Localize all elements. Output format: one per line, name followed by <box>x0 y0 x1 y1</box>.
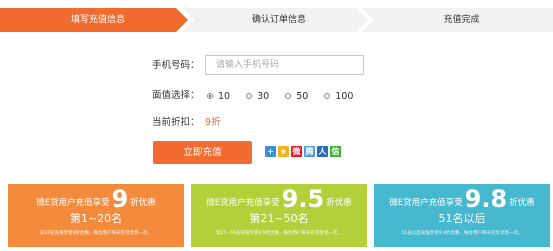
recharge-now-button[interactable]: 立即充值 <box>153 141 252 164</box>
promo-rank: 51名以后 <box>438 212 486 225</box>
step-label: 填写充值信息 <box>70 15 125 25</box>
radio-selected-icon[interactable] <box>207 93 213 99</box>
amount-radio-group: 10 30 50 100 <box>207 86 369 106</box>
amount-label: 面值选择： <box>152 90 200 101</box>
promo-prefix: 微E贷用户充值享受 <box>389 198 463 208</box>
promo-prefix: 微E贷用户充值享受 <box>206 198 280 208</box>
discount-row: 当前折扣： 9折 <box>152 113 221 133</box>
step-fill-info: 填写充值信息 <box>0 8 188 32</box>
amount-option-50[interactable]: 50 <box>285 91 308 102</box>
promo-suffix: 折优惠 <box>326 198 352 208</box>
amount-option-label: 100 <box>335 90 354 102</box>
radio-icon[interactable] <box>324 93 331 99</box>
amount-option-10[interactable]: 10 <box>207 91 230 102</box>
amount-option-30[interactable]: 30 <box>246 91 269 102</box>
wechat-icon[interactable]: 信 <box>330 146 341 157</box>
promo-discount: 9 <box>111 185 129 213</box>
plus-share-icon[interactable]: + <box>265 146 276 157</box>
promo-note: 51名以后充值享受9.8折优惠，每位用户每天仅可享受一次。 <box>401 231 523 236</box>
promo-prefix: 微E贷用户充值享受 <box>36 198 110 208</box>
renren-icon[interactable]: 人 <box>317 146 328 157</box>
step-label: 确认订单信息 <box>251 15 306 25</box>
tencent-weibo-icon[interactable]: 腾 <box>304 146 315 157</box>
radio-icon[interactable] <box>246 93 253 99</box>
promo-card-tier-3: 微E贷用户充值享受 9.8 折优惠 51名以后 51名以后充值享受9.8折优惠，… <box>374 184 550 247</box>
promo-rank: 第1~20名 <box>69 212 123 225</box>
promo-note: 第21~50名充值享受9.5折优惠，每位用户每天仅可享受一次。 <box>216 231 342 236</box>
phone-label: 手机号码： <box>152 60 200 71</box>
promo-headline: 微E贷用户充值享受 9 折优惠 <box>8 186 184 212</box>
promo-note: 前20名充值享受9折优惠，每位用户每天仅可享受一次。 <box>39 231 153 236</box>
amount-option-100[interactable]: 100 <box>324 91 353 102</box>
discount-value: 9折 <box>205 117 221 128</box>
step-recharge-complete: 充值完成 <box>362 8 553 32</box>
step-label: 充值完成 <box>443 15 480 25</box>
promo-discount: 9.8 <box>464 185 508 213</box>
promo-headline: 微E贷用户充值享受 9.8 折优惠 <box>374 186 550 212</box>
amount-option-label: 10 <box>218 90 231 102</box>
phone-input[interactable] <box>205 55 364 75</box>
promo-rank: 第21~50名 <box>249 212 309 225</box>
weibo-icon[interactable]: 微 <box>291 146 302 157</box>
step-confirm-order: 确认订单信息 <box>182 8 368 32</box>
amount-option-label: 30 <box>257 90 270 102</box>
promo-card-tier-2: 微E贷用户充值享受 9.5 折优惠 第21~50名 第21~50名充值享受9.5… <box>191 184 367 247</box>
discount-label: 当前折扣： <box>152 117 200 128</box>
promo-discount: 9.5 <box>281 185 325 213</box>
amount-option-label: 50 <box>296 90 309 102</box>
phone-row: 手机号码： <box>152 56 202 76</box>
promo-card-tier-1: 微E贷用户充值享受 9 折优惠 第1~20名 前20名充值享受9折优惠，每位用户… <box>8 184 184 247</box>
qzone-icon[interactable]: ★ <box>278 146 289 157</box>
amount-row: 面值选择： <box>152 86 202 106</box>
step-progress-bar: 填写充值信息 确认订单信息 充值完成 <box>0 8 553 32</box>
promo-suffix: 折优惠 <box>130 198 156 208</box>
promo-headline: 微E贷用户充值享受 9.5 折优惠 <box>191 186 367 212</box>
promo-suffix: 折优惠 <box>509 198 535 208</box>
share-bar: + ★ 微 腾 人 信 <box>265 146 343 157</box>
radio-icon[interactable] <box>285 93 292 99</box>
